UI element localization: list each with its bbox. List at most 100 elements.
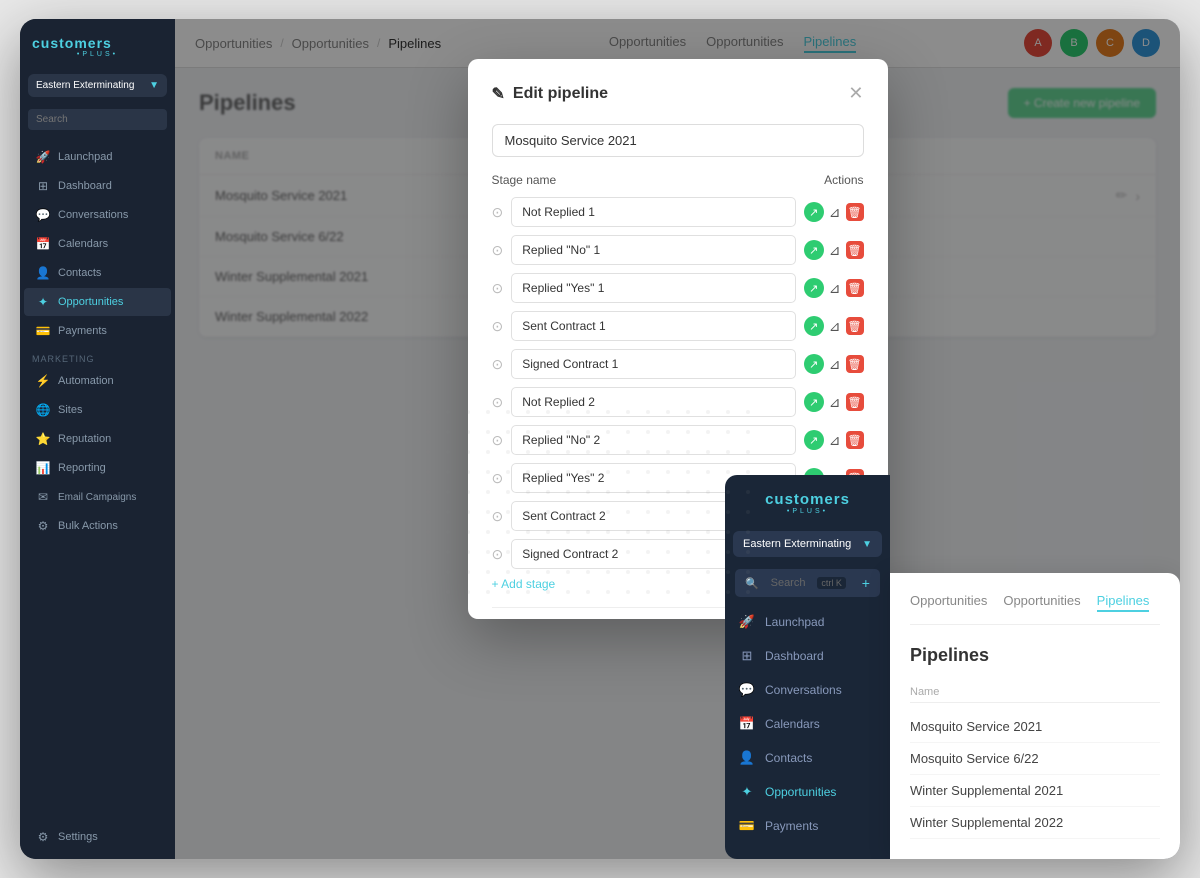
- sidebar-item-email-campaigns[interactable]: ✉ Email Campaigns: [24, 483, 171, 511]
- drag-handle-icon[interactable]: ⊙: [492, 356, 504, 373]
- stage-header-row: Stage name Actions: [492, 173, 864, 187]
- stage-input-1[interactable]: [511, 197, 796, 227]
- sidebar-item-contacts[interactable]: 👤 Contacts: [24, 259, 171, 287]
- stage-action-green-btn-4[interactable]: ↗: [804, 316, 824, 336]
- drag-handle-icon[interactable]: ⊙: [492, 204, 504, 221]
- sidebar-item-payments[interactable]: 💳 Payments: [24, 317, 171, 345]
- stage-delete-btn-7[interactable]: 🗑: [846, 431, 864, 449]
- sidebar-item-reputation[interactable]: ⭐ Reputation: [24, 425, 171, 453]
- sidebar-item-reporting[interactable]: 📊 Reporting: [24, 454, 171, 482]
- popup-table-row-3[interactable]: Winter Supplemental 2021: [910, 775, 1160, 807]
- filter-icon-5[interactable]: ⊿: [829, 356, 841, 373]
- stage-action-green-btn-5[interactable]: ↗: [804, 354, 824, 374]
- sidebar-item-label: Bulk Actions: [58, 520, 118, 532]
- popup-overlay: customers •PLUS• Eastern Exterminating ▼…: [725, 475, 1180, 859]
- opportunities-icon: ✦: [36, 295, 50, 309]
- popup-nav-label: Contacts: [765, 751, 812, 765]
- drag-handle-icon[interactable]: ⊙: [492, 394, 504, 411]
- sidebar-item-settings[interactable]: ⚙ Settings: [24, 823, 171, 851]
- sidebar-account[interactable]: Eastern Exterminating ▼: [28, 74, 167, 97]
- sidebar-search: [20, 101, 175, 138]
- launchpad-icon: 🚀: [739, 614, 755, 630]
- dots-pattern: [425, 409, 765, 609]
- popup-nav-label: Opportunities: [765, 785, 836, 799]
- stage-delete-btn-5[interactable]: 🗑: [846, 355, 864, 373]
- modal-header: ✎ Edit pipeline ✕: [492, 83, 864, 104]
- popup-content: Opportunities Opportunities Pipelines Pi…: [890, 573, 1180, 859]
- popup-tab-pipelines[interactable]: Pipelines: [1097, 593, 1150, 612]
- sidebar-item-label: Conversations: [58, 209, 128, 221]
- popup-nav-calendars[interactable]: 📅 Calendars: [725, 707, 890, 741]
- sidebar-item-dashboard[interactable]: ⊞ Dashboard: [24, 172, 171, 200]
- sidebar-item-label: Reputation: [58, 433, 111, 445]
- popup-nav-dashboard[interactable]: ⊞ Dashboard: [725, 639, 890, 673]
- stage-delete-btn-4[interactable]: 🗑: [846, 317, 864, 335]
- stage-action-icons: ↗ ⊿ 🗑: [804, 430, 864, 450]
- sidebar-item-label: Dashboard: [58, 180, 112, 192]
- stage-action-green-btn-6[interactable]: ↗: [804, 392, 824, 412]
- sidebar-item-bulk-actions[interactable]: ⚙ Bulk Actions: [24, 512, 171, 540]
- popup-nav-label: Payments: [765, 819, 818, 833]
- drag-handle-icon[interactable]: ⊙: [492, 280, 504, 297]
- conversations-icon: 💬: [36, 208, 50, 222]
- stage-delete-btn-6[interactable]: 🗑: [846, 393, 864, 411]
- popup-nav-opportunities[interactable]: ✦ Opportunities: [725, 775, 890, 809]
- stage-delete-btn-1[interactable]: 🗑: [846, 203, 864, 221]
- stage-delete-btn-2[interactable]: 🗑: [846, 241, 864, 259]
- stage-action-green-btn-7[interactable]: ↗: [804, 430, 824, 450]
- drag-handle-icon[interactable]: ⊙: [492, 318, 504, 335]
- filter-icon-1[interactable]: ⊿: [829, 204, 841, 221]
- pipeline-name-input[interactable]: [492, 124, 864, 157]
- filter-icon-4[interactable]: ⊿: [829, 318, 841, 335]
- sidebar-item-opportunities[interactable]: ✦ Opportunities: [24, 288, 171, 316]
- stage-input-5[interactable]: [511, 349, 796, 379]
- stage-action-icons: ↗ ⊿ 🗑: [804, 392, 864, 412]
- popup-table-row-2[interactable]: Mosquito Service 6/22: [910, 743, 1160, 775]
- popup-nav-launchpad[interactable]: 🚀 Launchpad: [725, 605, 890, 639]
- stage-input-4[interactable]: [511, 311, 796, 341]
- filter-icon-6[interactable]: ⊿: [829, 394, 841, 411]
- stage-row-5: ⊙ ↗ ⊿ 🗑: [492, 349, 864, 379]
- popup-search-text: Search: [771, 577, 806, 589]
- sidebar-item-label: Calendars: [58, 238, 108, 250]
- stage-action-icons: ↗ ⊿ 🗑: [804, 240, 864, 260]
- popup-nav-payments[interactable]: 💳 Payments: [725, 809, 890, 843]
- stage-action-green-btn-2[interactable]: ↗: [804, 240, 824, 260]
- stage-input-2[interactable]: [511, 235, 796, 265]
- sites-icon: 🌐: [36, 403, 50, 417]
- stage-action-green-btn-1[interactable]: ↗: [804, 202, 824, 222]
- reputation-icon: ⭐: [36, 432, 50, 446]
- stage-row-4: ⊙ ↗ ⊿ 🗑: [492, 311, 864, 341]
- stage-delete-btn-3[interactable]: 🗑: [846, 279, 864, 297]
- search-input[interactable]: [28, 109, 167, 130]
- sidebar-item-conversations[interactable]: 💬 Conversations: [24, 201, 171, 229]
- sidebar-item-launchpad[interactable]: 🚀 Launchpad: [24, 143, 171, 171]
- filter-icon-3[interactable]: ⊿: [829, 280, 841, 297]
- stage-row-2: ⊙ ↗ ⊿ 🗑: [492, 235, 864, 265]
- popup-nav-contacts[interactable]: 👤 Contacts: [725, 741, 890, 775]
- settings-icon: ⚙: [36, 830, 50, 844]
- drag-handle-icon[interactable]: ⊙: [492, 242, 504, 259]
- filter-icon-7[interactable]: ⊿: [829, 432, 841, 449]
- sidebar-item-automation[interactable]: ⚡ Automation: [24, 367, 171, 395]
- bulk-actions-icon: ⚙: [36, 519, 50, 533]
- sidebar-item-label: Launchpad: [58, 151, 112, 163]
- popup-tab-opportunities-sub[interactable]: Opportunities: [1003, 593, 1080, 612]
- sidebar-item-sites[interactable]: 🌐 Sites: [24, 396, 171, 424]
- calendars-icon: 📅: [739, 716, 755, 732]
- plus-icon[interactable]: +: [862, 575, 870, 591]
- sidebar-item-calendars[interactable]: 📅 Calendars: [24, 230, 171, 258]
- popup-table-row-1[interactable]: Mosquito Service 2021: [910, 711, 1160, 743]
- popup-search-shortcut: ctrl K: [817, 577, 846, 589]
- popup-tab-opportunities[interactable]: Opportunities: [910, 593, 987, 612]
- stage-action-green-btn-3[interactable]: ↗: [804, 278, 824, 298]
- sidebar-nav: 🚀 Launchpad ⊞ Dashboard 💬 Conversations …: [20, 138, 175, 823]
- modal-close-button[interactable]: ✕: [848, 83, 863, 104]
- popup-nav-conversations[interactable]: 💬 Conversations: [725, 673, 890, 707]
- popup-nav-label: Dashboard: [765, 649, 824, 663]
- popup-table-row-4[interactable]: Winter Supplemental 2022: [910, 807, 1160, 839]
- email-icon: ✉: [36, 490, 50, 504]
- stage-input-3[interactable]: [511, 273, 796, 303]
- edit-icon: ✎: [492, 84, 505, 104]
- filter-icon-2[interactable]: ⊿: [829, 242, 841, 259]
